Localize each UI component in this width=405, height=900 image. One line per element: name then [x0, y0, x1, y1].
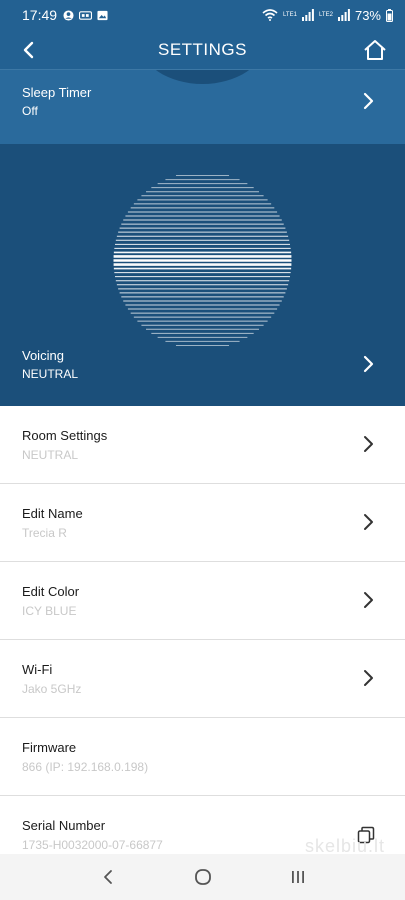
home-nav-button[interactable]: [188, 862, 218, 892]
home-icon: [364, 40, 386, 60]
status-bar: 17:49 LTE1 LTE2 73%: [0, 0, 405, 30]
page-title: SETTINGS: [157, 39, 247, 59]
sleep-timer-row[interactable]: Sleep Timer Off: [0, 70, 405, 144]
back-nav-button[interactable]: [93, 862, 123, 892]
back-button[interactable]: [14, 36, 42, 64]
voicing-row[interactable]: Voicing NEUTRAL: [0, 144, 405, 406]
image-icon: [97, 10, 108, 20]
status-time: 17:49: [22, 7, 58, 23]
voicing-value: NEUTRAL: [22, 367, 79, 381]
sleep-dial-graphic: [140, 70, 265, 84]
voicing-label: Voicing: [22, 348, 64, 363]
edit-name-value: Trecia R: [22, 526, 67, 540]
chevron-right-icon: [361, 669, 375, 687]
home-nav-icon: [194, 869, 211, 885]
volte-lte2-icon: LTE2: [319, 11, 333, 18]
room-settings-value: NEUTRAL: [22, 448, 79, 462]
back-nav-icon: [103, 870, 112, 884]
app-header: SETTINGS: [0, 30, 405, 70]
battery-icon: [386, 8, 393, 22]
edit-name-row[interactable]: Edit Name Trecia R: [0, 484, 405, 562]
chevron-right-icon: [361, 513, 375, 531]
chevron-left-icon: [23, 41, 34, 59]
firmware-row: Firmware 866 (IP: 192.168.0.198): [0, 718, 405, 796]
battery-percent: 73%: [354, 7, 381, 23]
edit-color-row[interactable]: Edit Color ICY BLUE: [0, 562, 405, 640]
edit-color-label: Edit Color: [22, 584, 80, 599]
system-nav-bar: [0, 854, 405, 900]
settings-list: Room Settings NEUTRAL Edit Name Trecia R…: [0, 406, 405, 874]
recents-nav-icon: [291, 871, 304, 883]
wifi-row[interactable]: Wi-Fi Jako 5GHz: [0, 640, 405, 718]
recents-nav-button[interactable]: [283, 862, 313, 892]
chevron-right-icon: [361, 435, 375, 453]
chevron-right-icon: [361, 591, 375, 609]
sleep-timer-label: Sleep Timer: [22, 85, 92, 100]
signal-bars-icon: [337, 9, 350, 21]
room-settings-label: Room Settings: [22, 428, 108, 443]
wifi-icon: [262, 9, 278, 21]
chevron-right-icon: [361, 92, 375, 110]
room-settings-row[interactable]: Room Settings NEUTRAL: [0, 406, 405, 484]
vpn-icon: [79, 10, 93, 20]
wifi-value: Jako 5GHz: [22, 682, 82, 696]
sleep-timer-value: Off: [22, 104, 38, 118]
home-button[interactable]: [361, 36, 389, 64]
edit-name-label: Edit Name: [22, 506, 83, 521]
wifi-label: Wi-Fi: [22, 662, 53, 677]
firmware-label: Firmware: [22, 740, 77, 755]
serial-number-label: Serial Number: [22, 818, 106, 833]
account-circle-icon: [63, 9, 74, 21]
chevron-right-icon: [361, 355, 375, 373]
serial-number-value: 1735-H0032000-07-66877: [22, 838, 163, 852]
voicing-sphere-graphic: [113, 175, 292, 346]
signal-bars-icon: [301, 9, 314, 21]
edit-color-value: ICY BLUE: [22, 604, 77, 618]
volte-lte1-icon: LTE1: [283, 11, 297, 18]
firmware-value: 866 (IP: 192.168.0.198): [22, 760, 149, 774]
